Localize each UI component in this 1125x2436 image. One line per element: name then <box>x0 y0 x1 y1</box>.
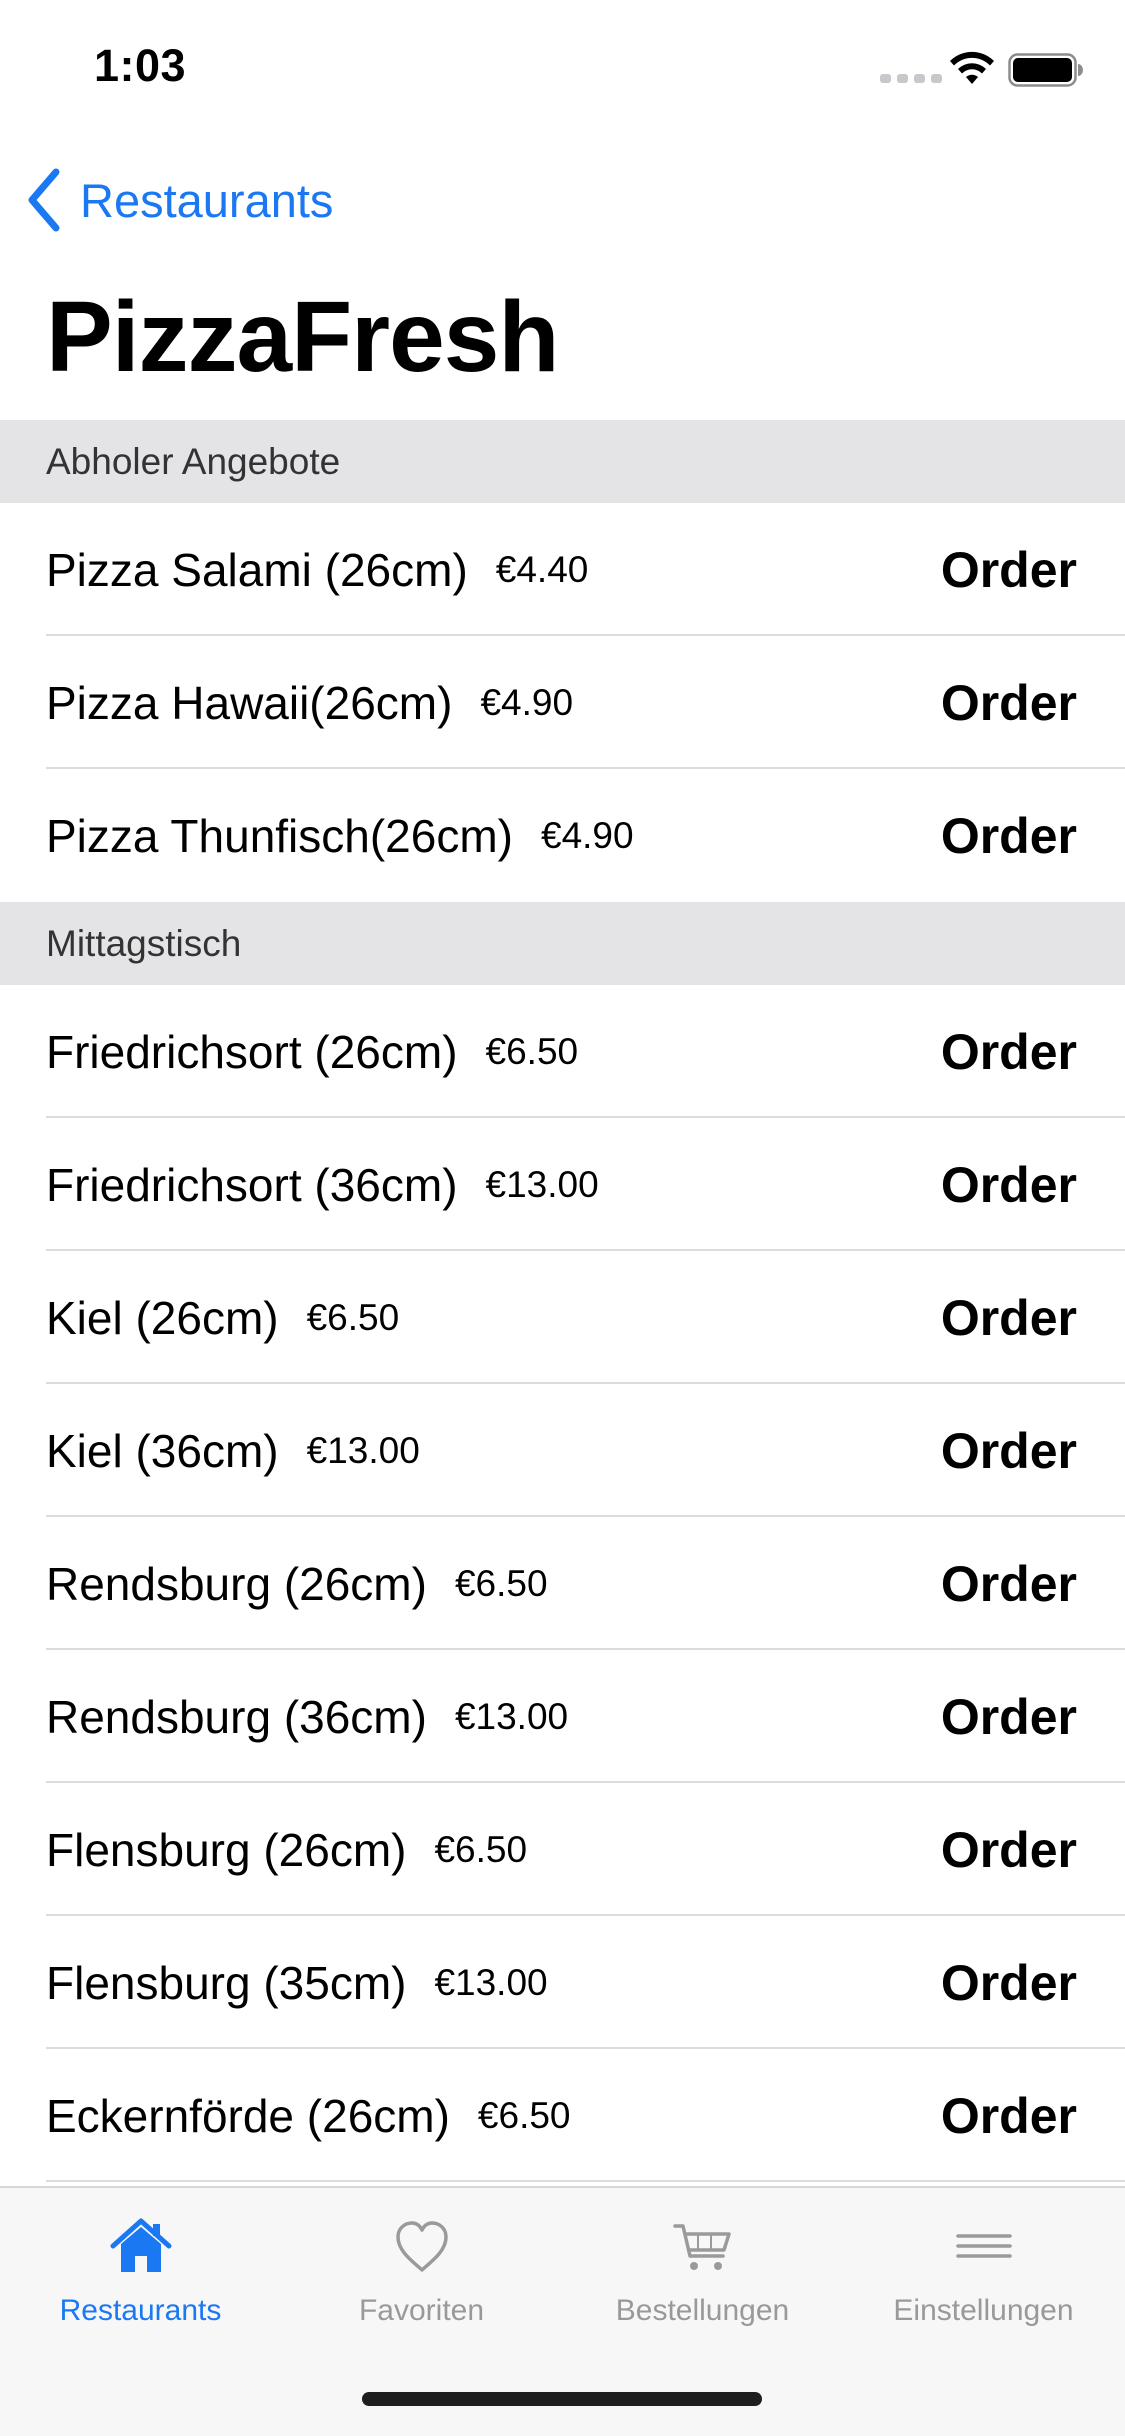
order-button[interactable]: Order <box>941 2087 1077 2145</box>
order-button[interactable]: Order <box>941 1954 1077 2012</box>
item-name: Flensburg (35cm) <box>46 1956 407 2009</box>
list-item: Pizza Thunfisch(26cm) €4.90 Order <box>0 769 1125 902</box>
list-item: Flensburg (35cm) €13.00 Order <box>0 1916 1125 2049</box>
list-item: Pizza Salami (26cm) €4.40 Order <box>0 503 1125 636</box>
tab-label: Bestellungen <box>615 2294 790 2327</box>
tab-label: Restaurants <box>59 2294 222 2327</box>
item-name: Friedrichsort (26cm) <box>46 1025 458 1078</box>
item-price: €4.90 <box>480 681 574 723</box>
battery-icon <box>1008 53 1083 87</box>
item-name: Pizza Hawaii(26cm) <box>46 676 453 729</box>
list-item: Kiel (36cm) €13.00 Order <box>0 1384 1125 1517</box>
tab-label: Favoriten <box>358 2294 485 2327</box>
list-item: Eckernförde (26cm) €6.50 Order <box>0 2049 1125 2182</box>
list-item: Pizza Hawaii(26cm) €4.90 Order <box>0 636 1125 769</box>
item-price: €13.00 <box>434 1961 548 2003</box>
item-price: €13.00 <box>485 1163 599 1205</box>
tab-bestellungen[interactable]: Bestellungen <box>562 2188 843 2368</box>
tab-restaurants[interactable]: Restaurants <box>0 2188 281 2368</box>
item-name: Kiel (26cm) <box>46 1291 279 1344</box>
order-button[interactable]: Order <box>941 1422 1077 1480</box>
order-button[interactable]: Order <box>941 1156 1077 1214</box>
list-item: Flensburg (26cm) €6.50 Order <box>0 1783 1125 1916</box>
section-header: Abholer Angebote <box>0 420 1125 503</box>
status-bar: 1:03 <box>0 0 1125 132</box>
menu-list: Abholer Angebote Pizza Salami (26cm) €4.… <box>0 420 1125 2182</box>
heart-icon <box>395 2221 448 2272</box>
home-indicator[interactable] <box>362 2392 762 2406</box>
item-price: €6.50 <box>306 1296 400 1338</box>
order-button[interactable]: Order <box>941 541 1077 599</box>
item-name: Flensburg (26cm) <box>46 1823 407 1876</box>
order-button[interactable]: Order <box>941 807 1077 865</box>
wifi-icon <box>950 51 994 84</box>
status-time: 1:03 <box>94 40 187 91</box>
tab-einstellungen[interactable]: Einstellungen <box>843 2188 1124 2368</box>
chevron-left-icon <box>28 168 60 232</box>
list-item: Rendsburg (26cm) €6.50 Order <box>0 1517 1125 1650</box>
item-name: Eckernförde (26cm) <box>46 2089 450 2142</box>
item-name: Rendsburg (36cm) <box>46 1690 427 1743</box>
item-name: Rendsburg (26cm) <box>46 1557 427 1610</box>
item-name: Pizza Salami (26cm) <box>46 543 468 596</box>
list-item: Friedrichsort (26cm) €6.50 Order <box>0 985 1125 1118</box>
item-price: €6.50 <box>477 2094 571 2136</box>
item-price: €4.40 <box>495 548 589 590</box>
item-price: €6.50 <box>454 1562 548 1604</box>
item-price: €13.00 <box>454 1695 569 1737</box>
back-button-label: Restaurants <box>80 173 334 227</box>
menu-icon <box>955 2234 1012 2258</box>
page-title: PizzaFresh <box>46 281 559 393</box>
list-item: Kiel (26cm) €6.50 Order <box>0 1251 1125 1384</box>
order-button[interactable]: Order <box>941 1289 1077 1347</box>
item-price: €4.90 <box>541 814 634 856</box>
section-header: Mittagstisch <box>0 902 1125 985</box>
item-price: €6.50 <box>434 1828 528 1870</box>
item-name: Pizza Thunfisch(26cm) <box>46 809 513 862</box>
order-button[interactable]: Order <box>941 1821 1077 1879</box>
order-button[interactable]: Order <box>941 1555 1077 1613</box>
item-name: Kiel (36cm) <box>46 1424 279 1477</box>
list-item: Friedrichsort (36cm) €13.00 Order <box>0 1118 1125 1251</box>
item-price: €6.50 <box>485 1030 579 1072</box>
tab-favoriten[interactable]: Favoriten <box>281 2188 562 2368</box>
order-button[interactable]: Order <box>941 674 1077 732</box>
list-item: Rendsburg (36cm) €13.00 Order <box>0 1650 1125 1783</box>
cart-icon <box>672 2224 731 2270</box>
item-name: Friedrichsort (36cm) <box>46 1158 458 1211</box>
item-price: €13.00 <box>306 1429 420 1471</box>
back-button[interactable]: Restaurants <box>24 165 333 235</box>
tab-label: Einstellungen <box>893 2294 1074 2327</box>
cellular-signal-icon <box>880 74 942 83</box>
order-button[interactable]: Order <box>941 1023 1077 1081</box>
house-icon <box>110 2218 171 2272</box>
order-button[interactable]: Order <box>941 1688 1077 1746</box>
